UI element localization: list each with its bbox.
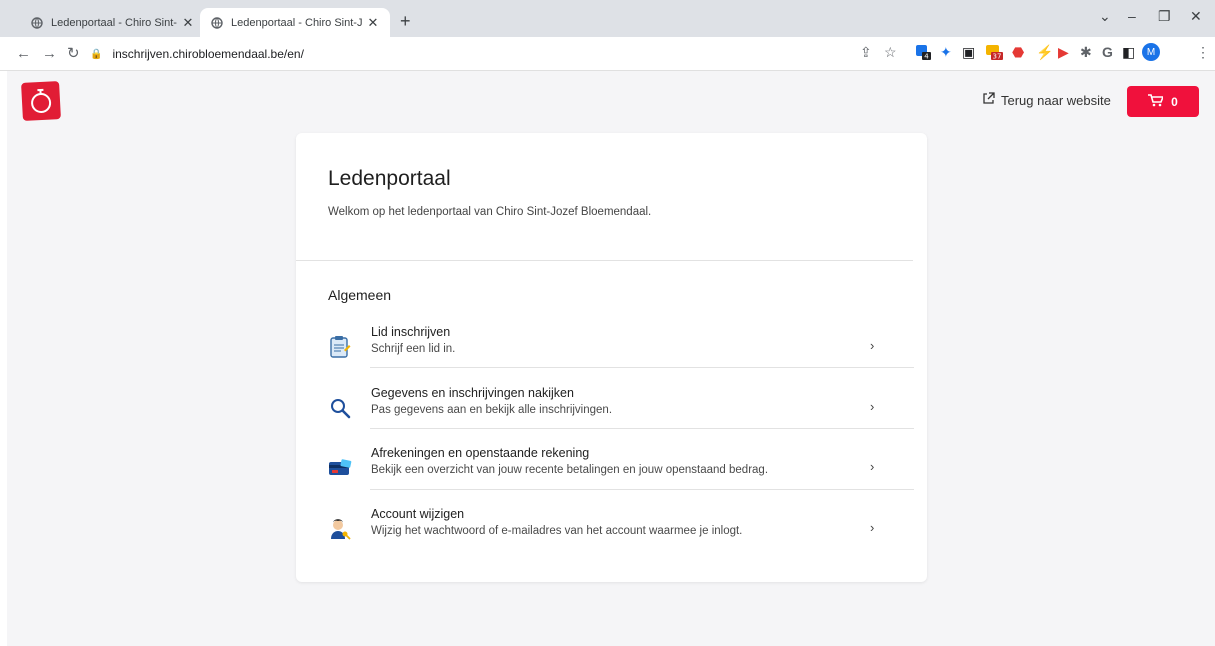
chevron-right-icon: › [870,520,875,535]
new-tab-button[interactable]: + [400,12,411,30]
extension-icon[interactable]: ✦ [940,42,952,62]
menu-item-account-wijzigen[interactable]: Account wijzigen Wijzig het wachtwoord o… [328,503,914,561]
close-icon[interactable]: ✕ [181,15,195,31]
item-desc: Bekijk een overzicht van jouw recente be… [371,464,769,476]
restore-icon[interactable]: ❐ [1158,8,1171,25]
menu-item-afrekeningen[interactable]: Afrekeningen en openstaande rekening Bek… [328,442,914,500]
bookmark-star-icon[interactable]: ☆ [884,42,897,62]
menu-item-gegevens[interactable]: Gegevens en inschrijvingen nakijken Pas … [328,382,914,440]
divider [296,260,913,261]
extension-icon[interactable]: ⚡ [1036,42,1053,62]
extension-icon[interactable]: ▣ [962,42,975,62]
profile-avatar[interactable]: M [1142,42,1160,62]
section-title: Algemeen [328,287,392,303]
cart-count: 0 [1171,94,1178,109]
extension-icon[interactable]: ▶ [1058,42,1069,62]
window-close-icon[interactable]: ✕ [1190,8,1202,25]
forward-arrow-icon[interactable]: → [42,46,57,62]
g-extension-icon[interactable]: G [1102,42,1113,62]
chevron-right-icon: › [870,399,875,414]
item-desc: Pas gegevens aan en bekijk alle inschrij… [371,404,613,416]
clipboard-icon [328,335,352,359]
credit-card-icon [328,456,352,480]
address-bar[interactable]: 🔒 inschrijven.chirobloemendaal.be/en/ [90,41,835,67]
external-link-icon [982,92,995,108]
welcome-text: Welkom op het ledenportaal van Chiro Sin… [328,206,652,218]
kebab-menu-icon[interactable]: ⋮ [1196,42,1210,62]
item-title: Account wijzigen [371,507,465,521]
logo[interactable] [21,81,61,121]
minimize-icon[interactable]: – [1128,8,1136,24]
reload-icon[interactable]: ↻ [67,46,80,62]
menu-item-lid-inschrijven[interactable]: Lid inschrijven Schrijf een lid in. › [328,321,914,379]
item-title: Lid inschrijven [371,325,451,339]
svg-text:37: 37 [993,53,1002,61]
extension-badge-icon[interactable]: 37 [984,42,1004,62]
back-link-label: Terug naar website [1001,92,1111,108]
tab-search-icon[interactable]: ⌄ [1099,8,1111,25]
tab-title: Ledenportaal - Chiro Sint-Jozef B [231,16,362,29]
browser-tab-active[interactable]: Ledenportaal - Chiro Sint-Jozef B ✕ [200,8,390,37]
globe-icon [210,16,224,30]
close-icon[interactable]: ✕ [366,15,380,31]
person-key-icon [328,517,352,541]
chevron-right-icon: › [870,338,875,353]
svg-text:4: 4 [924,53,929,61]
divider [370,489,914,490]
chiro-logo-icon [31,88,52,113]
tab-title: Ledenportaal - Chiro Sint-Jozef B [51,16,177,29]
magnifier-icon [328,396,352,420]
item-title: Gegevens en inschrijvingen nakijken [371,386,574,400]
extension-icon[interactable]: ⬣ [1012,42,1024,62]
item-desc: Schrijf een lid in. [371,343,456,355]
globe-icon [30,16,44,30]
cart-icon [1148,93,1165,110]
lock-icon: 🔒 [90,48,103,60]
back-arrow-icon[interactable]: ← [16,46,31,62]
item-desc: Wijzig het wachtwoord of e-mailadres van… [371,525,743,537]
puzzle-icon[interactable]: ✱ [1080,42,1092,62]
cart-button[interactable]: 0 [1127,86,1199,117]
extension-badge-icon[interactable]: 4 [914,42,932,62]
page-title: Ledenportaal [328,167,451,190]
share-icon[interactable]: ⇪ [860,42,872,62]
side-panel-icon[interactable]: ◧ [1122,42,1135,62]
browser-tab[interactable]: Ledenportaal - Chiro Sint-Jozef B ✕ [20,8,205,37]
divider [370,428,914,429]
url-text: inschrijven.chirobloemendaal.be/en/ [112,47,304,61]
item-title: Afrekeningen en openstaande rekening [371,446,590,460]
back-to-website-link[interactable]: Terug naar website [982,92,1111,108]
chevron-right-icon: › [870,459,875,474]
portal-card: Ledenportaal Welkom op het ledenportaal … [296,133,927,582]
divider [370,367,914,368]
